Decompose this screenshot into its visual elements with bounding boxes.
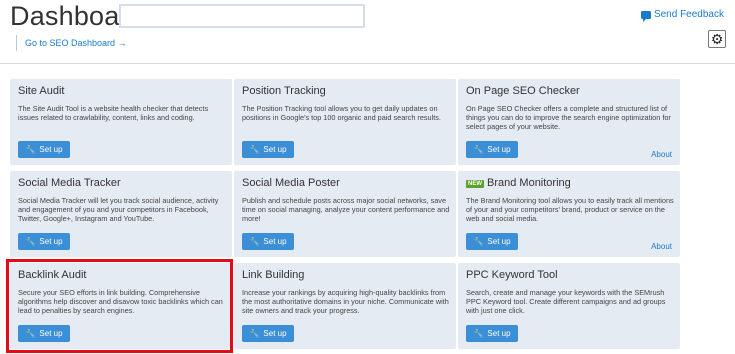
set-up-label: Set up [487,329,511,338]
set-up-label: Set up [263,145,287,154]
wrench-icon: 🔧 [249,328,260,338]
card-description: Search, create and manage your keywords … [466,288,666,315]
card-description: The Site Audit Tool is a website health … [18,104,209,122]
gear-icon: ⚙ [710,31,724,47]
tool-card-on-page-seo-checker: On Page SEO Checker On Page SEO Checker … [458,79,680,165]
set-up-button[interactable]: 🔧 Set up [242,141,294,158]
tool-card-social-media-tracker: Social Media Tracker Social Media Tracke… [10,171,232,257]
wrench-icon: 🔧 [249,236,260,246]
card-title: Social Media Poster [242,177,340,189]
card-title: PPC Keyword Tool [466,269,558,281]
set-up-label: Set up [39,145,63,154]
seo-dashboard-link-label: Go to SEO Dashboard [25,38,116,48]
card-title-row: NEW Brand Monitoring [466,177,571,189]
send-feedback-link[interactable]: Send Feedback [640,9,724,22]
card-description: The Brand Monitoring tool allows you to … [466,196,674,223]
tool-card-brand-monitoring: NEW Brand Monitoring The Brand Monitoring… [458,171,680,257]
card-title: Social Media Tracker [18,177,121,189]
card-title: Link Building [242,269,305,281]
go-to-seo-dashboard-link[interactable]: Go to SEO Dashboard → [16,35,127,51]
header: Dashboard: Send Feedback Go to SEO Dashb… [0,0,735,64]
set-up-button[interactable]: 🔧 Set up [466,141,518,158]
set-up-label: Set up [263,329,287,338]
wrench-icon: 🔧 [473,236,484,246]
card-title: Site Audit [18,85,65,97]
tool-card-site-audit: Site Audit The Site Audit Tool is a webs… [10,79,232,165]
wrench-icon: 🔧 [25,144,36,154]
card-description: The Position Tracking tool allows you to… [242,104,441,122]
tool-card-social-media-poster: Social Media Poster Publish and schedule… [234,171,456,257]
card-description: Increase your rankings by acquiring high… [242,288,449,315]
set-up-button[interactable]: 🔧 Set up [466,325,518,342]
set-up-label: Set up [487,237,511,246]
card-description: Social Media Tracker will let you track … [18,196,219,223]
new-badge: NEW [466,180,484,188]
wrench-icon: 🔧 [473,328,484,338]
card-title: Position Tracking [242,85,326,97]
card-title: Brand Monitoring [487,177,571,189]
send-feedback-label: Send Feedback [653,9,724,20]
dashboard-name-input[interactable] [119,4,365,28]
tool-card-link-building: Link Building Increase your rankings by … [234,263,456,349]
tool-card-position-tracking: Position Tracking The Position Tracking … [234,79,456,165]
card-description: Publish and schedule posts across major … [242,196,450,223]
header-divider [0,63,735,64]
set-up-button[interactable]: 🔧 Set up [18,141,70,158]
wrench-icon: 🔧 [473,144,484,154]
set-up-label: Set up [487,145,511,154]
wrench-icon: 🔧 [249,144,260,154]
set-up-button[interactable]: 🔧 Set up [466,233,518,250]
set-up-button[interactable]: 🔧 Set up [242,325,294,342]
chat-bubble-icon [640,10,651,22]
highlight-box [6,259,233,353]
set-up-button[interactable]: 🔧 Set up [242,233,294,250]
tool-card-ppc-keyword-tool: PPC Keyword Tool Search, create and mana… [458,263,680,349]
card-description: On Page SEO Checker offers a complete an… [466,104,671,131]
about-link[interactable]: About [651,150,672,159]
set-up-label: Set up [39,237,63,246]
card-title: On Page SEO Checker [466,85,580,97]
wrench-icon: 🔧 [25,236,36,246]
set-up-button[interactable]: 🔧 Set up [18,233,70,250]
arrow-right-icon: → [117,38,127,48]
about-link[interactable]: About [651,242,672,251]
settings-button[interactable]: ⚙ [708,30,726,48]
set-up-label: Set up [263,237,287,246]
